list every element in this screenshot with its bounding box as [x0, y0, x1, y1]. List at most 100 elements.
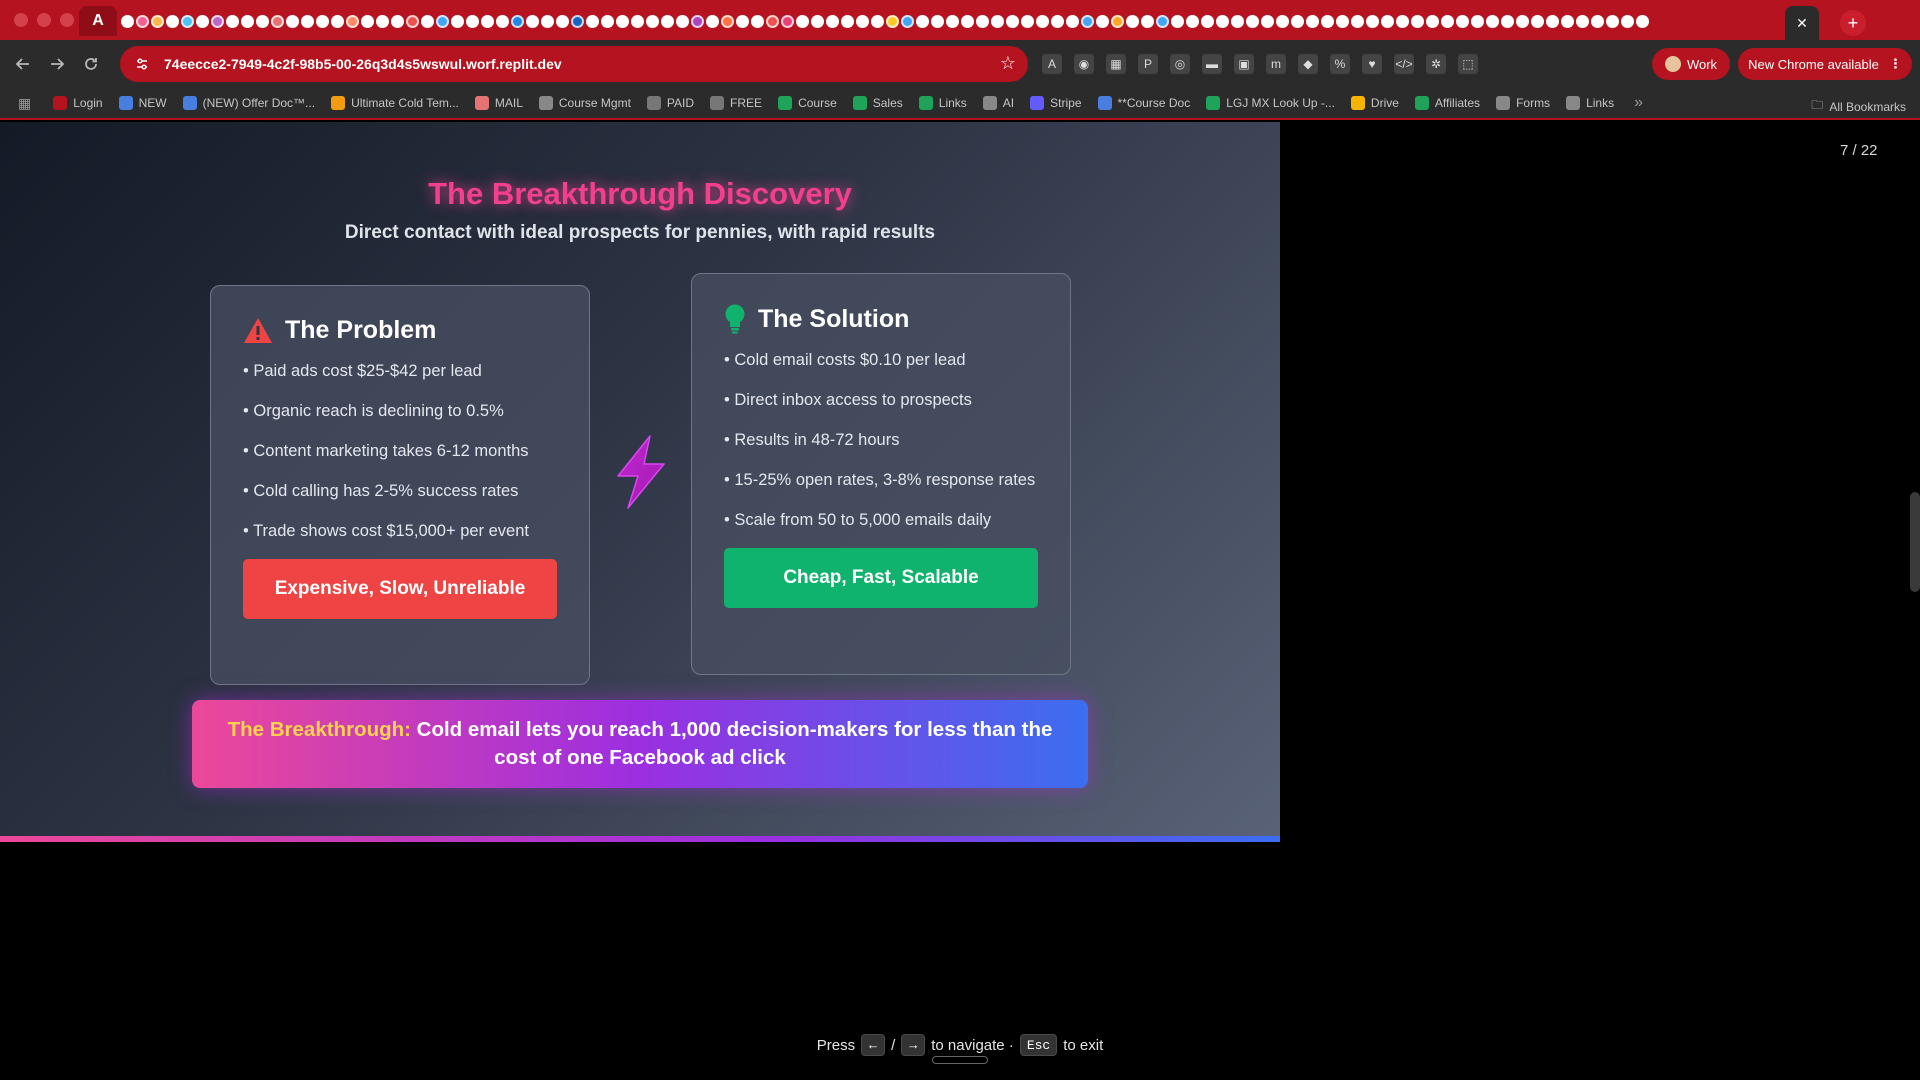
tab-favicon[interactable]	[811, 14, 824, 28]
tab-favicon[interactable]	[1366, 14, 1379, 28]
tab-favicon[interactable]	[1381, 14, 1394, 28]
tab-favicon[interactable]	[661, 14, 674, 28]
tab-favicon[interactable]	[301, 14, 314, 28]
tab-favicon[interactable]	[436, 14, 449, 28]
new-tab-button[interactable]: +	[1840, 10, 1866, 36]
tab-favicon[interactable]	[1021, 14, 1034, 28]
extension-icon[interactable]: ⬚	[1458, 54, 1478, 74]
tab-favicon[interactable]	[751, 14, 764, 28]
tab-favicon[interactable]	[391, 14, 404, 28]
tab-favicon[interactable]	[556, 14, 569, 28]
bookmark-item[interactable]: Affiliates	[1414, 96, 1480, 110]
apps-grid-icon[interactable]: ▦	[18, 95, 31, 112]
tab-favicon[interactable]	[286, 14, 299, 28]
tab-favicon[interactable]	[451, 14, 464, 28]
bookmark-item[interactable]: Sales	[852, 96, 903, 110]
bookmark-item[interactable]: Login	[53, 96, 103, 110]
profile-button[interactable]: Work	[1652, 48, 1730, 80]
site-info-icon[interactable]	[132, 54, 152, 74]
tab-favicon[interactable]	[271, 14, 284, 28]
bookmark-item[interactable]: Forms	[1496, 96, 1550, 110]
tab-favicon[interactable]	[1096, 14, 1109, 28]
tab-favicon[interactable]	[736, 14, 749, 28]
tab-favicon[interactable]	[1291, 14, 1304, 28]
tab-favicon[interactable]	[886, 14, 899, 28]
tab-favicon[interactable]	[1636, 14, 1649, 28]
tab-favicon[interactable]	[1141, 14, 1154, 28]
tab-favicon[interactable]	[1126, 14, 1139, 28]
tab-favicon[interactable]	[316, 14, 329, 28]
tab-favicon[interactable]	[1216, 14, 1229, 28]
tab-favicon[interactable]	[796, 14, 809, 28]
tab-favicon[interactable]	[1411, 14, 1424, 28]
tab-favicon[interactable]	[931, 14, 944, 28]
tab-favicon[interactable]	[586, 14, 599, 28]
tab-favicon[interactable]	[151, 14, 164, 28]
tab-favicon[interactable]	[1111, 14, 1124, 28]
tab-favicon[interactable]	[1351, 14, 1364, 28]
tab-favicon[interactable]	[1246, 14, 1259, 28]
extension-icon[interactable]: ▦	[1106, 54, 1126, 74]
tab-favicon[interactable]	[1051, 14, 1064, 28]
tab-favicon[interactable]	[1201, 14, 1214, 28]
tab-favicon[interactable]	[1171, 14, 1184, 28]
bookmark-item[interactable]: FREE	[710, 96, 762, 110]
tab-favicon[interactable]	[526, 14, 539, 28]
tab-favicon[interactable]	[766, 14, 779, 28]
tab-replit[interactable]: A	[79, 6, 117, 36]
tab-favicon[interactable]	[1606, 14, 1619, 28]
tab-favicon[interactable]	[1231, 14, 1244, 28]
tab-favicon[interactable]	[466, 14, 479, 28]
bookmark-item[interactable]: (NEW) Offer Doc™...	[182, 96, 315, 110]
tab-favicon[interactable]	[781, 14, 794, 28]
tab-favicon[interactable]	[1006, 14, 1019, 28]
tab-favicon[interactable]	[871, 14, 884, 28]
tab-favicon[interactable]	[226, 14, 239, 28]
extension-icon[interactable]: P	[1138, 54, 1158, 74]
tab-favicon[interactable]	[1576, 14, 1589, 28]
tab-favicon[interactable]	[1156, 14, 1169, 28]
tab-favicon[interactable]	[1426, 14, 1439, 28]
bookmark-item[interactable]: MAIL	[474, 96, 523, 110]
tab-favicon[interactable]	[916, 14, 929, 28]
extension-icon[interactable]: ♥	[1362, 54, 1382, 74]
bookmarks-overflow-icon[interactable]: »	[1634, 94, 1643, 112]
bookmark-item[interactable]: Links	[1566, 96, 1614, 110]
url-text[interactable]: 74eecce2-7949-4c2f-98b5-00-26q3d4s5wswul…	[164, 56, 562, 72]
tab-favicon[interactable]	[1321, 14, 1334, 28]
extension-icon[interactable]: </>	[1394, 54, 1414, 74]
tab-favicon[interactable]	[1456, 14, 1469, 28]
bookmark-item[interactable]: Ultimate Cold Tem...	[331, 96, 459, 110]
maximize-window-button[interactable]	[60, 13, 74, 27]
tab-favicon[interactable]	[961, 14, 974, 28]
extension-icon[interactable]: m	[1266, 54, 1286, 74]
tab-favicon[interactable]	[676, 14, 689, 28]
tab-favicon[interactable]	[1261, 14, 1274, 28]
back-button[interactable]	[6, 47, 40, 81]
tab-favicon[interactable]	[481, 14, 494, 28]
bookmark-item[interactable]: Course	[778, 96, 837, 110]
tab-favicon[interactable]	[496, 14, 509, 28]
bookmark-item[interactable]: Stripe	[1030, 96, 1082, 110]
tab-favicon[interactable]	[976, 14, 989, 28]
tab-favicon[interactable]	[1336, 14, 1349, 28]
tab-favicon[interactable]	[1591, 14, 1604, 28]
tab-favicon[interactable]	[706, 14, 719, 28]
chrome-update-button[interactable]: New Chrome available ⋮	[1738, 48, 1912, 80]
tab-favicon[interactable]	[616, 14, 629, 28]
key-esc-button[interactable]: Esc	[1019, 1034, 1058, 1056]
tab-favicon[interactable]	[1276, 14, 1289, 28]
tab-favicon[interactable]	[1486, 14, 1499, 28]
tab-favicon[interactable]	[121, 14, 134, 28]
tab-favicon[interactable]	[721, 14, 734, 28]
tab-favicon[interactable]	[541, 14, 554, 28]
extension-icon[interactable]: %	[1330, 54, 1350, 74]
tab-favicon[interactable]	[346, 14, 359, 28]
tab-favicon[interactable]	[1501, 14, 1514, 28]
tab-favicon[interactable]	[646, 14, 659, 28]
tab-favicon[interactable]	[196, 14, 209, 28]
tab-favicon[interactable]	[1066, 14, 1079, 28]
bookmark-star-icon[interactable]: ☆	[1000, 53, 1016, 74]
extension-icon[interactable]: ✲	[1426, 54, 1446, 74]
tab-favicon[interactable]	[571, 14, 584, 28]
